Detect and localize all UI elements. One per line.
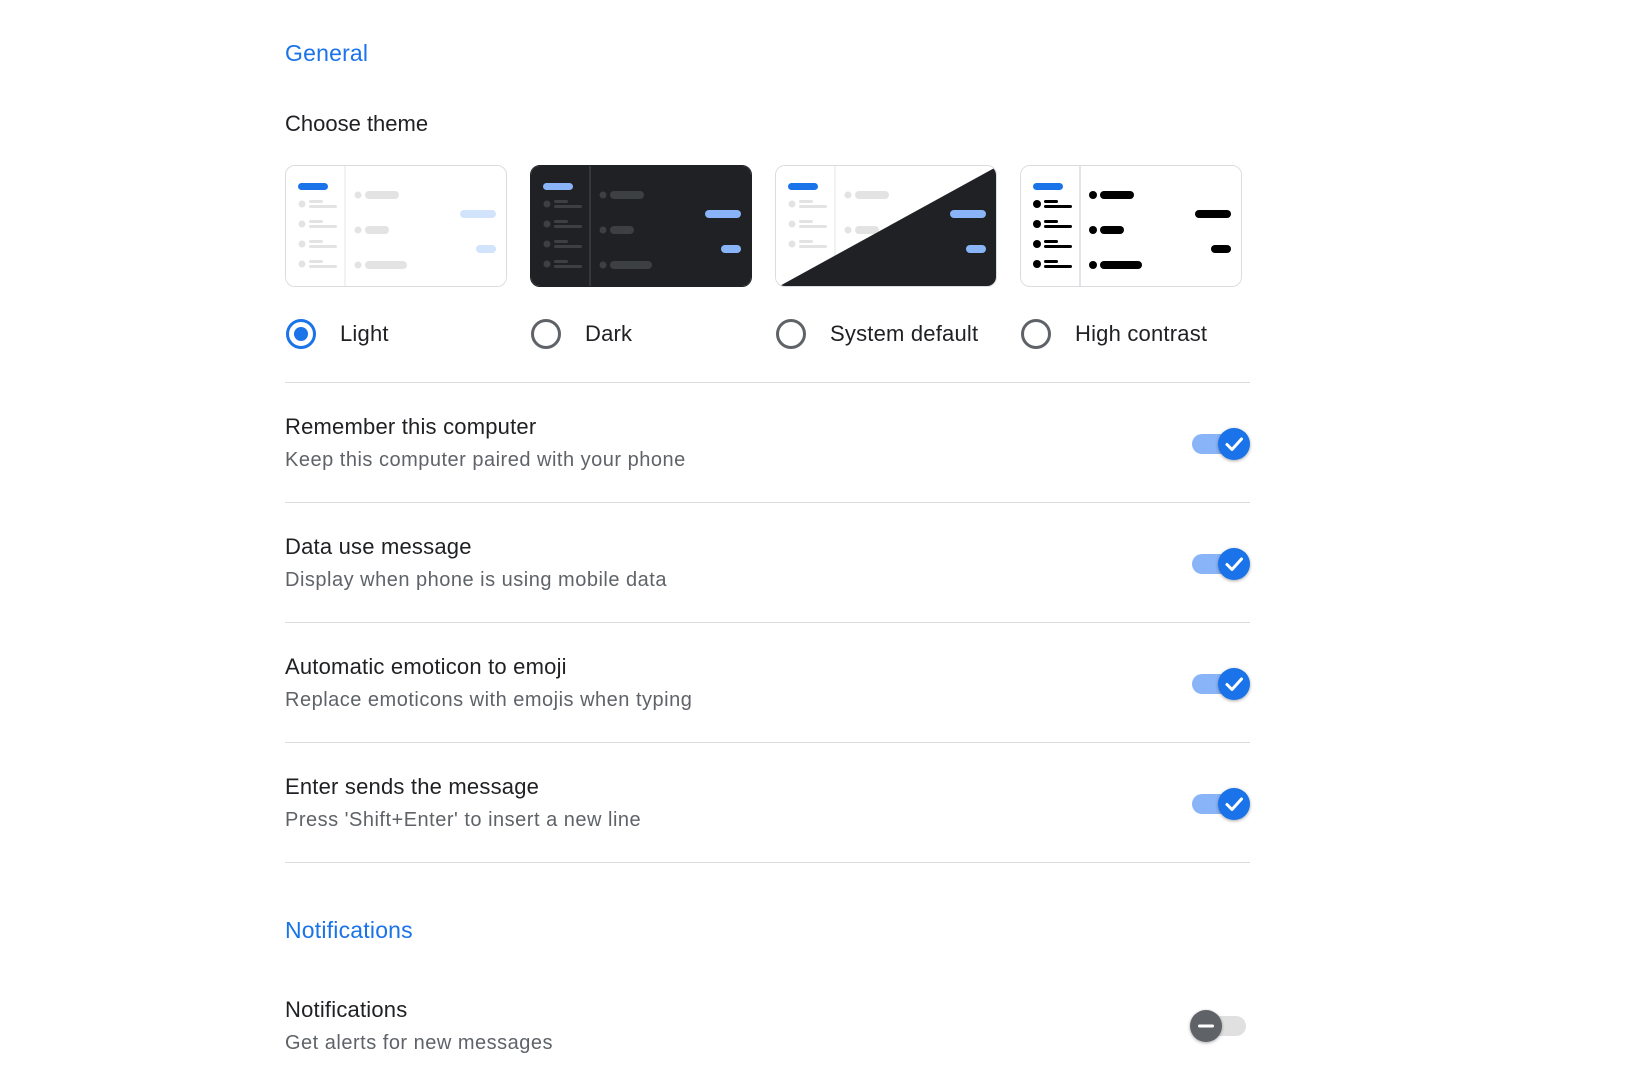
divider [285,862,1250,863]
theme-option-label: Light [340,321,389,346]
setting-title-notifications: Notifications [285,997,408,1022]
divider [285,742,1250,743]
setting-title-remember-computer: Remember this computer [285,414,537,439]
theme-preview-high-contrast[interactable] [1020,165,1242,287]
dark-radio-button[interactable] [531,319,561,349]
high-contrast-theme-preview-icon [1021,166,1241,286]
light-radio-button[interactable] [286,319,316,349]
dark-theme-preview-icon [531,166,751,286]
light-theme-preview-icon [286,166,506,286]
theme-option-label: High contrast [1075,321,1208,346]
theme-preview-light[interactable] [285,165,507,287]
divider [285,502,1250,503]
divider [285,622,1250,623]
general-section-title: General [285,40,369,66]
setting-subtitle-data-use-message: Display when phone is using mobile data [285,569,667,591]
system-default-theme-preview-icon [776,166,996,286]
check-icon [1218,788,1250,820]
check-icon [1218,428,1250,460]
theme-preview-system-default[interactable] [775,165,997,287]
notifications-section-title: Notifications [285,917,413,943]
high-contrast-radio-button[interactable] [1021,319,1051,349]
theme-option-label: System default [830,321,979,346]
theme-preview-dark[interactable] [530,165,752,287]
theme-option-light[interactable]: Light [286,315,389,353]
emoticon-to-emoji-toggle[interactable] [1190,667,1250,701]
enter-sends-toggle[interactable] [1190,787,1250,821]
system-default-radio-button[interactable] [776,319,806,349]
choose-theme-label: Choose theme [285,111,429,136]
theme-option-high-contrast[interactable]: High contrast [1021,315,1207,353]
check-icon [1218,548,1250,580]
minus-icon [1190,1010,1222,1042]
setting-subtitle-remember-computer: Keep this computer paired with your phon… [285,449,686,471]
setting-title-emoticon-to-emoji: Automatic emoticon to emoji [285,654,567,679]
remember-computer-toggle[interactable] [1190,427,1250,461]
theme-option-system-default[interactable]: System default [776,315,978,353]
check-icon [1218,668,1250,700]
theme-option-dark[interactable]: Dark [531,315,632,353]
data-use-message-toggle[interactable] [1190,547,1250,581]
setting-subtitle-emoticon-to-emoji: Replace emoticons with emojis when typin… [285,689,693,711]
divider [285,382,1250,383]
setting-subtitle-notifications: Get alerts for new messages [285,1032,554,1054]
notifications-toggle[interactable] [1190,1009,1250,1043]
setting-title-data-use-message: Data use message [285,534,472,559]
setting-title-enter-sends: Enter sends the message [285,774,540,799]
setting-subtitle-enter-sends: Press 'Shift+Enter' to insert a new line [285,809,642,831]
theme-option-label: Dark [585,321,633,346]
